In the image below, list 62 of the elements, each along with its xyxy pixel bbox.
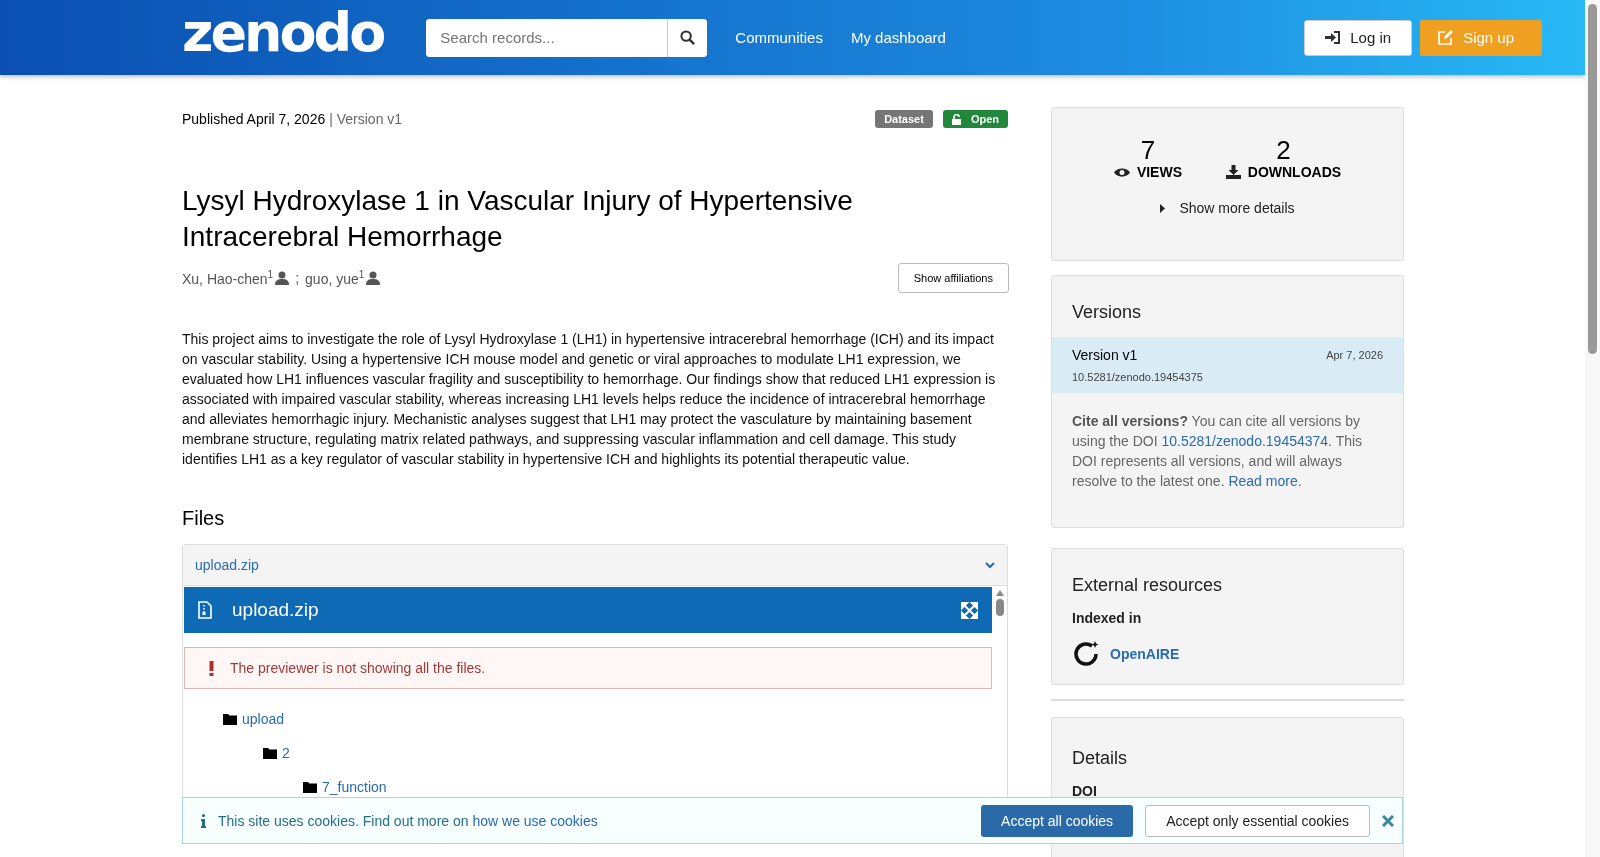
views-label: VIEWS <box>1136 164 1182 180</box>
folder-link[interactable]: 2 <box>282 745 290 761</box>
accept-essential-button[interactable]: Accept only essential cookies <box>1145 804 1370 837</box>
exclamation-icon <box>209 660 214 676</box>
login-button[interactable]: Log in <box>1304 19 1413 56</box>
description: This project aims to investigate the role of Lysyl Hydroxylase 1 (LH1) in hypertensive intracerebral hemorrhage (ICH) and its impact on vascular stability. Using a hypertensive ICH mouse model and genetic or viral approaches to modulate LH1 expression, we evaluated how LH1 influences vascular fragility and susceptibility to hemorrhage. Our findings show that reduced LH1 expression is associated with impaired vascular stability, whereas increasing LH1 levels helps reduce the incidence of intracerebral hemorrhage and alleviates hemorrhagic injury. Mechanistic analyses suggest that LH1 may protect the vasculature by maintaining basement membrane structure, regulating matrix related pathways, and suppressing vascular inflammation and cell damage. This study identifies LH1 as a key regulator of vascular stability in hypertensive ICH and highlights its potential therapeutic value. <box>182 330 997 469</box>
record-title: Lysyl Hydroxylase 1 in Vascular Injury of Hypertensive Intracerebral Hemorrhage <box>182 184 854 254</box>
folder-icon <box>223 713 237 725</box>
published-date: Published April 7, 2026 <box>182 111 326 127</box>
show-affiliations-button[interactable]: Show affiliations <box>897 263 1009 293</box>
info-icon <box>201 813 206 828</box>
zip-file-icon <box>198 601 212 619</box>
close-icon[interactable] <box>1382 814 1394 827</box>
preview-title: upload.zip <box>232 599 319 621</box>
show-more-details[interactable]: Show more details <box>1052 200 1403 216</box>
expand-icon[interactable] <box>961 601 978 619</box>
zenodo-logo[interactable]: zenodo <box>182 5 384 60</box>
warning-alert: The previewer is not showing all the files. <box>184 647 992 689</box>
details-heading: Details <box>1071 747 1129 770</box>
author-name[interactable]: guo, yue$^{1}$ <box>305 269 365 287</box>
type-badge: Dataset <box>875 110 933 128</box>
version-label: | Version v1 <box>329 111 403 127</box>
downloads-label: DOWNLOADS <box>1247 164 1342 180</box>
author-name[interactable]: Xu, Hao-chen$^{1}$ <box>182 269 274 287</box>
download-icon <box>1225 165 1241 179</box>
external-resources-heading: External resources <box>1071 574 1224 597</box>
search-button[interactable] <box>667 18 708 57</box>
author-separator: ; <box>295 270 300 286</box>
eye-icon <box>1113 166 1130 178</box>
edit-icon <box>1438 30 1454 45</box>
person-icon <box>366 271 381 285</box>
openaire-link[interactable]: OpenAIRE <box>1110 646 1180 662</box>
versions-heading: Versions <box>1071 301 1143 324</box>
scroll-up-icon[interactable] <box>995 590 1004 596</box>
caret-right-icon <box>1160 203 1166 213</box>
read-more-link[interactable]: Read more <box>1228 473 1298 489</box>
cookie-notice: This site uses cookies. Find out more on how we use cookies <box>218 812 599 829</box>
openaire-logo-icon <box>1072 640 1100 668</box>
version-item[interactable]: Version v1 Apr 7, 2026 10.5281/zenodo.19454375 <box>1052 337 1403 393</box>
downloads-count: 2 <box>1276 136 1291 164</box>
page-scrollbar[interactable] <box>1585 0 1600 857</box>
cookie-policy-link[interactable]: how we use cookies <box>472 812 598 829</box>
folder-icon <box>263 747 277 759</box>
cite-note: Cite all versions? You can cite all versions by using the DOI 10.5281/zenodo.19454374. This DOI represents all versions, and will always resolve to the latest one. Read more. <box>1071 412 1364 491</box>
nav-link[interactable]: My dashboard <box>850 29 946 46</box>
folder-link[interactable]: upload <box>242 711 285 727</box>
folder-link[interactable]: 7_function <box>322 779 387 795</box>
folder-icon <box>303 781 317 793</box>
chevron-down-icon <box>985 561 995 569</box>
files-heading: Files <box>182 507 226 530</box>
search-icon <box>680 30 696 45</box>
scrollbar-thumb[interactable] <box>995 599 1004 616</box>
views-count: 7 <box>1140 136 1156 164</box>
accept-all-button[interactable]: Accept all cookies <box>981 804 1134 837</box>
detail-label: DOI <box>1072 783 1097 799</box>
access-badge: Open <box>942 110 1008 128</box>
search-field[interactable]: Search records... <box>426 18 708 57</box>
indexed-in-label: Indexed in <box>1071 610 1143 626</box>
nav-link[interactable]: Communities <box>735 29 823 46</box>
person-icon <box>275 271 290 285</box>
sign-in-icon <box>1325 31 1341 44</box>
file-accordion[interactable]: upload.zip <box>183 545 1007 586</box>
